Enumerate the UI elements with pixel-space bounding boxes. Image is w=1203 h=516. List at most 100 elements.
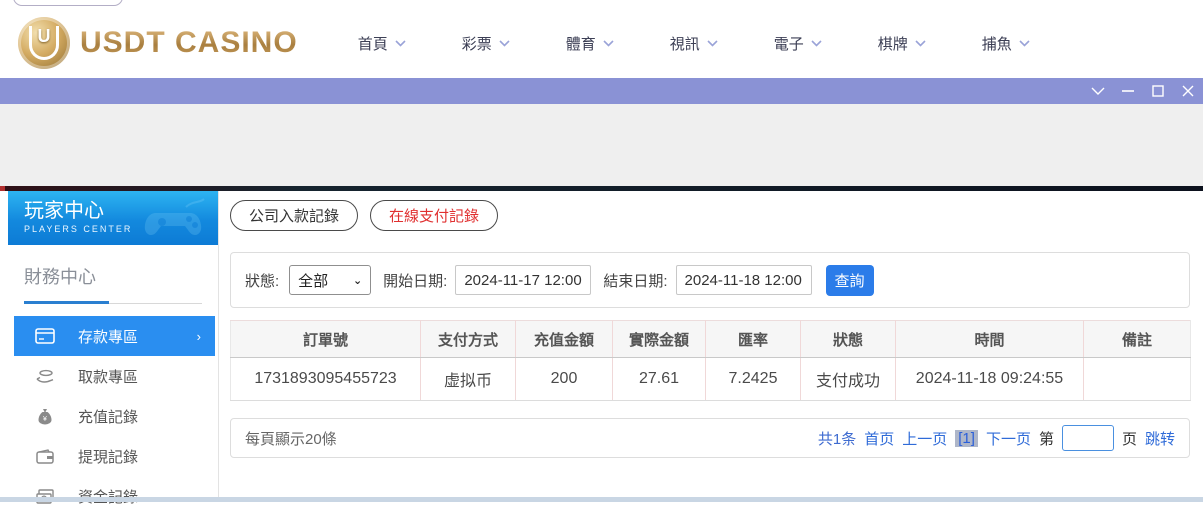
first-page-link[interactable]: 首页 bbox=[864, 428, 894, 449]
finance-section: 財務中心 bbox=[8, 245, 218, 304]
col-actual-amount: 實際金額 bbox=[612, 320, 706, 358]
record-tabs: 公司入款記錄 在線支付記錄 bbox=[230, 200, 499, 231]
table-row: 1731893095455723 虚拟币 200 27.61 7.2425 支付… bbox=[230, 357, 1191, 401]
page-size-text: 每頁顯示20條 bbox=[245, 430, 337, 448]
pagination-controls: 共1条 首页 上一页 [1] 下一页 第 页 跳转 bbox=[818, 425, 1175, 451]
status-select[interactable]: 全部 ⌄ bbox=[289, 265, 372, 295]
jump-button[interactable]: 跳转 bbox=[1145, 428, 1175, 449]
nav-item-sports[interactable]: 體育 bbox=[566, 33, 670, 54]
finance-section-label: 財務中心 bbox=[24, 267, 96, 287]
sidebar-item-label: 取款專區 bbox=[78, 368, 139, 386]
content-area: 玩家中心 PLAYERS CENTER 財務中心 存款專區 › 取款專區 ¥ 充… bbox=[0, 191, 1203, 506]
cell-actual-amount: 27.61 bbox=[612, 357, 706, 401]
search-button[interactable]: 查詢 bbox=[825, 264, 874, 296]
cell-pay-method: 虚拟币 bbox=[420, 357, 516, 401]
credit-card-icon bbox=[34, 327, 56, 345]
prev-page-link[interactable]: 上一页 bbox=[902, 428, 947, 449]
section-rule-accent bbox=[24, 301, 109, 304]
money-bag-icon: ¥ bbox=[34, 407, 56, 425]
banknotes-icon bbox=[34, 487, 56, 505]
top-strip bbox=[0, 0, 1203, 8]
nav-item-live[interactable]: 視訊 bbox=[670, 33, 774, 54]
start-date-label: 開始日期: bbox=[383, 272, 448, 290]
payment-records-table: 訂單號 支付方式 充值金額 實際金額 匯率 狀態 時間 備註 173189309… bbox=[230, 320, 1191, 401]
sidebar-item-label: 充值記錄 bbox=[78, 408, 139, 426]
cell-status: 支付成功 bbox=[800, 357, 896, 401]
chevron-down-icon bbox=[707, 39, 718, 47]
gamepad-icon bbox=[142, 195, 208, 244]
sidebar-item-withdraw-zone[interactable]: 取款專區 bbox=[14, 356, 215, 396]
jump-prefix-text: 第 bbox=[1038, 430, 1054, 448]
current-page-indicator: [1] bbox=[955, 429, 978, 447]
svg-text:¥: ¥ bbox=[43, 416, 47, 423]
nav-label: 首頁 bbox=[357, 35, 388, 53]
end-date-label: 結束日期: bbox=[603, 272, 668, 290]
maximize-icon[interactable] bbox=[1143, 78, 1173, 104]
collapse-chevron-icon[interactable] bbox=[1083, 78, 1113, 104]
cell-time: 2024-11-18 09:24:55 bbox=[895, 357, 1084, 401]
sidebar-item-label: 提現記錄 bbox=[78, 448, 139, 466]
end-date-input[interactable] bbox=[675, 265, 812, 295]
cell-rate: 7.2425 bbox=[705, 357, 801, 401]
chevron-down-icon bbox=[499, 39, 510, 47]
nav-label: 體育 bbox=[565, 35, 596, 53]
main-nav: 首頁 彩票 體育 視訊 電子 棋牌 捕魚 bbox=[358, 33, 1086, 54]
next-page-link[interactable]: 下一页 bbox=[986, 428, 1031, 449]
nav-item-slots[interactable]: 電子 bbox=[774, 33, 878, 54]
total-count-text: 共1条 bbox=[817, 430, 857, 448]
logo-text: USDT CASINO bbox=[80, 26, 298, 59]
close-icon[interactable] bbox=[1173, 78, 1203, 104]
col-status: 狀態 bbox=[800, 320, 896, 358]
sidebar-item-label: 存款專區 bbox=[78, 328, 139, 346]
page-spacer bbox=[0, 104, 1203, 186]
wallet-icon bbox=[34, 447, 56, 465]
bottom-strip bbox=[0, 497, 1203, 502]
jump-suffix-text: 页 bbox=[1121, 430, 1137, 448]
nav-label: 電子 bbox=[773, 35, 804, 53]
sidebar-divider bbox=[218, 191, 219, 497]
start-date-input[interactable] bbox=[455, 265, 592, 295]
tab-company-deposit-records[interactable]: 公司入款記錄 bbox=[230, 200, 359, 231]
nav-item-lottery[interactable]: 彩票 bbox=[462, 33, 566, 54]
chevron-down-icon bbox=[395, 39, 406, 47]
minimize-icon[interactable] bbox=[1113, 78, 1143, 104]
nav-label: 彩票 bbox=[461, 35, 492, 53]
sidebar-item-recharge-records[interactable]: ¥ 充值記錄 bbox=[14, 396, 215, 436]
col-recharge-amount: 充值金額 bbox=[515, 320, 613, 358]
nav-label: 視訊 bbox=[669, 35, 700, 53]
nav-label: 捕魚 bbox=[981, 35, 1012, 53]
chevron-down-icon bbox=[1019, 39, 1030, 47]
sidebar-header: 玩家中心 PLAYERS CENTER bbox=[8, 191, 218, 245]
sidebar-item-deposit-zone[interactable]: 存款專區 › bbox=[14, 316, 215, 356]
col-time: 時間 bbox=[895, 320, 1084, 358]
nav-item-fishing[interactable]: 捕魚 bbox=[982, 33, 1086, 54]
pagination-bar: 每頁顯示20條 共1条 首页 上一页 [1] 下一页 第 页 跳转 bbox=[230, 418, 1190, 458]
page-jump-input[interactable] bbox=[1061, 425, 1114, 451]
nav-label: 棋牌 bbox=[877, 35, 908, 53]
main-panel: 公司入款記錄 在線支付記錄 狀態: 全部 ⌄ 開始日期: 結束日期: 查詢 訂單… bbox=[230, 191, 1191, 497]
col-pay-method: 支付方式 bbox=[420, 320, 516, 358]
window-title-bar bbox=[0, 78, 1203, 104]
chevron-down-icon bbox=[603, 39, 614, 47]
sidebar-item-fund-records[interactable]: 資金記錄 bbox=[14, 476, 215, 516]
nav-item-home[interactable]: 首頁 bbox=[358, 33, 462, 54]
players-center-sidebar: 玩家中心 PLAYERS CENTER 財務中心 存款專區 › 取款專區 ¥ 充… bbox=[8, 191, 218, 506]
table-header-row: 訂單號 支付方式 充值金額 實際金額 匯率 狀態 時間 備註 bbox=[230, 320, 1191, 358]
site-logo[interactable]: U USDT CASINO bbox=[18, 17, 298, 69]
site-header: U USDT CASINO 首頁 彩票 體育 視訊 電子 棋牌 捕魚 bbox=[0, 8, 1203, 78]
tab-online-payment-records[interactable]: 在線支付記錄 bbox=[370, 200, 499, 231]
cell-recharge-amount: 200 bbox=[515, 357, 613, 401]
sidebar-item-withdrawal-records[interactable]: 提現記錄 bbox=[14, 436, 215, 476]
col-order-no: 訂單號 bbox=[230, 320, 421, 358]
chevron-down-icon bbox=[915, 39, 926, 47]
section-rule bbox=[24, 301, 202, 304]
col-remark: 備註 bbox=[1083, 320, 1191, 358]
chevron-down-icon bbox=[811, 39, 822, 47]
sidebar-menu: 存款專區 › 取款專區 ¥ 充值記錄 提現記錄 bbox=[8, 316, 218, 516]
logo-coin-icon: U bbox=[18, 17, 70, 69]
cell-order-no: 1731893095455723 bbox=[230, 357, 421, 401]
nav-item-cards[interactable]: 棋牌 bbox=[878, 33, 982, 54]
sidebar-item-label: 資金記錄 bbox=[78, 486, 138, 507]
cell-remark bbox=[1083, 357, 1191, 401]
logo-u-glyph: U bbox=[29, 26, 59, 60]
